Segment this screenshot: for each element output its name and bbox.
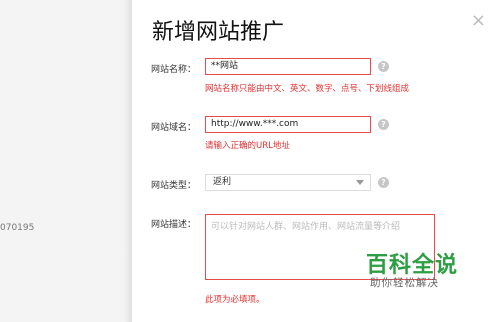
website-type-select[interactable]: 返利 bbox=[205, 174, 371, 191]
website-name-error: 网站名称只能由中文、英文、数字、点号、下划线组成 bbox=[205, 84, 410, 94]
website-name-input[interactable]: **网站 bbox=[205, 58, 371, 75]
website-domain-help-icon[interactable]: ? bbox=[378, 119, 389, 130]
chevron-down-icon bbox=[356, 180, 364, 185]
website-domain-label: 网站域名： bbox=[151, 123, 197, 133]
website-description-error: 此项为必填项。 bbox=[205, 295, 265, 305]
close-icon[interactable]: × bbox=[471, 12, 486, 30]
watermark-slogan: 助你轻松解决 bbox=[370, 277, 439, 289]
website-type-label: 网站类型： bbox=[151, 181, 197, 191]
website-name-label: 网站名称： bbox=[151, 65, 197, 75]
website-description-label: 网站描述： bbox=[151, 220, 197, 230]
background-partial-text: 070195 bbox=[0, 223, 35, 233]
background-page: 070195 bbox=[0, 0, 132, 322]
website-type-selected: 返利 bbox=[213, 177, 232, 187]
website-domain-input[interactable]: http://www.***.com bbox=[205, 116, 371, 133]
website-type-help-icon[interactable]: ? bbox=[378, 177, 389, 188]
website-domain-error: 请输入正确的URL地址 bbox=[205, 141, 290, 151]
dialog-title: 新增网站推广 bbox=[152, 20, 285, 45]
website-name-help-icon[interactable]: ? bbox=[378, 61, 389, 72]
